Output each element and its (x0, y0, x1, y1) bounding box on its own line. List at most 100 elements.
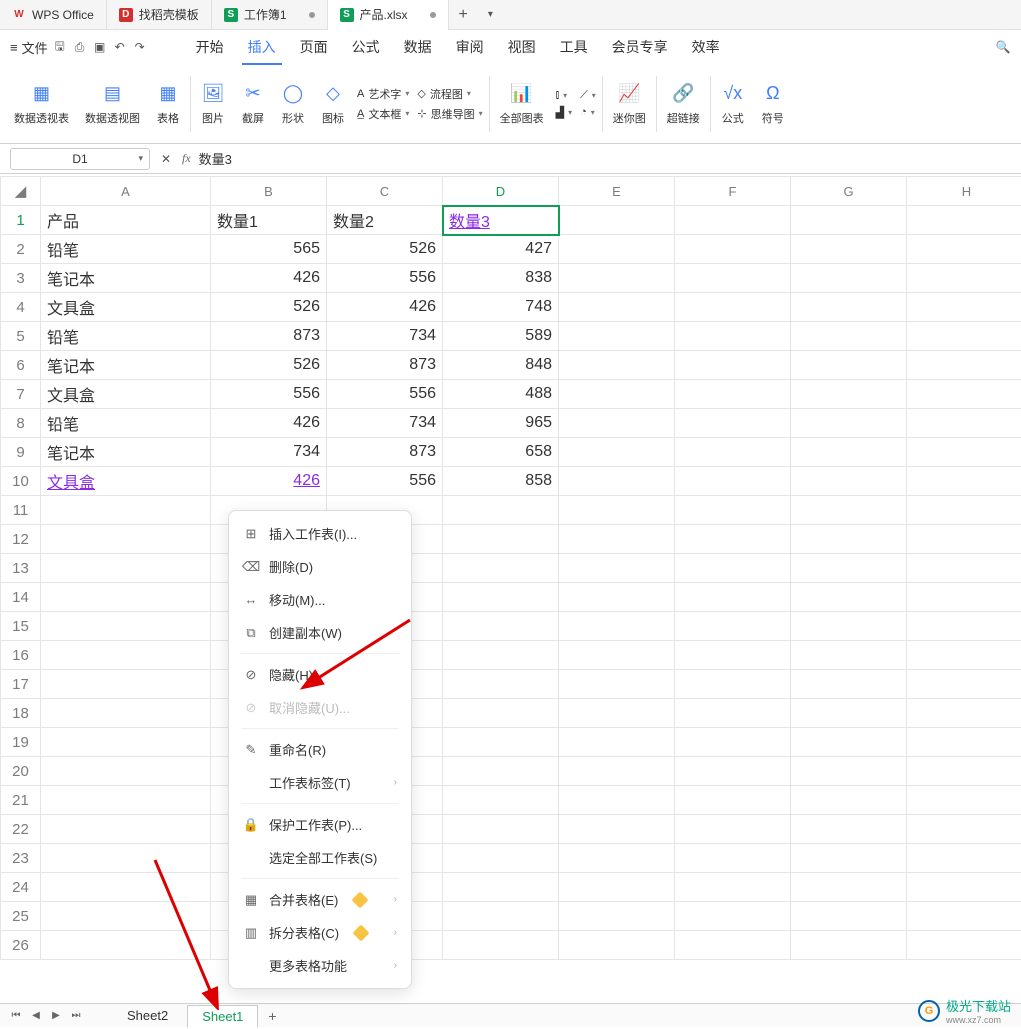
ribbon-wordart[interactable]: A艺术字▾ (353, 85, 413, 103)
sheet-tab-sheet1[interactable]: Sheet1 (187, 1005, 258, 1028)
column-header-F[interactable]: F (675, 177, 791, 206)
app-tab-wps[interactable]: WWPS Office (0, 0, 107, 30)
cell-H24[interactable] (907, 873, 1021, 902)
redo-icon[interactable]: ↷ (132, 39, 148, 55)
cell-H15[interactable] (907, 612, 1021, 641)
cell-A2[interactable]: 铅笔 (41, 235, 211, 264)
column-header-A[interactable]: A (41, 177, 211, 206)
cell-E5[interactable] (559, 322, 675, 351)
spreadsheet-grid[interactable]: ◢ABCDEFGH1产品数量1数量2数量32铅笔5655264273笔记本426… (0, 176, 1021, 1007)
cell-E9[interactable] (559, 438, 675, 467)
cell-H1[interactable] (907, 206, 1021, 235)
cell-H6[interactable] (907, 351, 1021, 380)
cell-E20[interactable] (559, 757, 675, 786)
ctx-item-9[interactable]: 工作表标签(T)› (229, 766, 411, 799)
column-header-B[interactable]: B (211, 177, 327, 206)
cell-H20[interactable] (907, 757, 1021, 786)
cell-F25[interactable] (675, 902, 791, 931)
ctx-item-2[interactable]: ↔移动(M)... (229, 583, 411, 616)
ribbon-charts[interactable]: 📊全部图表 (492, 64, 552, 143)
cell-C9[interactable]: 873 (327, 438, 443, 467)
cell-A8[interactable]: 铅笔 (41, 409, 211, 438)
cell-F9[interactable] (675, 438, 791, 467)
cell-D10[interactable]: 858 (443, 467, 559, 496)
row-header-2[interactable]: 2 (1, 235, 41, 264)
column-header-E[interactable]: E (559, 177, 675, 206)
cell-F5[interactable] (675, 322, 791, 351)
cell-B1[interactable]: 数量1 (211, 206, 327, 235)
cell-F7[interactable] (675, 380, 791, 409)
ribbon-chart-type-4[interactable]: ◔▾ (576, 105, 600, 119)
cell-B2[interactable]: 565 (211, 235, 327, 264)
row-header-23[interactable]: 23 (1, 844, 41, 873)
row-header-25[interactable]: 25 (1, 902, 41, 931)
row-header-21[interactable]: 21 (1, 786, 41, 815)
cell-A13[interactable] (41, 554, 211, 583)
cell-H23[interactable] (907, 844, 1021, 873)
cell-H10[interactable] (907, 467, 1021, 496)
sheet-tab-sheet2[interactable]: Sheet2 (112, 1004, 183, 1027)
cell-A10[interactable]: 文具盒 (41, 467, 211, 496)
app-tab-template[interactable]: D找稻壳模板 (107, 0, 212, 30)
cell-G9[interactable] (791, 438, 907, 467)
cell-E12[interactable] (559, 525, 675, 554)
row-header-22[interactable]: 22 (1, 815, 41, 844)
cell-A26[interactable] (41, 931, 211, 960)
cell-H18[interactable] (907, 699, 1021, 728)
cell-G8[interactable] (791, 409, 907, 438)
add-sheet-button[interactable]: + (262, 1008, 282, 1024)
cell-F14[interactable] (675, 583, 791, 612)
cell-B7[interactable]: 556 (211, 380, 327, 409)
undo-icon[interactable]: ↶ (112, 39, 128, 55)
ribbon-mindmap[interactable]: ⊹思维导图▾ (413, 105, 486, 123)
sheet-nav-first[interactable]: ⏮ (8, 1008, 24, 1024)
cell-A4[interactable]: 文具盒 (41, 293, 211, 322)
row-header-6[interactable]: 6 (1, 351, 41, 380)
cell-H7[interactable] (907, 380, 1021, 409)
row-header-11[interactable]: 11 (1, 496, 41, 525)
column-header-C[interactable]: C (327, 177, 443, 206)
cell-H5[interactable] (907, 322, 1021, 351)
cell-G12[interactable] (791, 525, 907, 554)
cell-G2[interactable] (791, 235, 907, 264)
cell-G15[interactable] (791, 612, 907, 641)
cell-C5[interactable]: 734 (327, 322, 443, 351)
cell-C1[interactable]: 数量2 (327, 206, 443, 235)
cell-D9[interactable]: 658 (443, 438, 559, 467)
cell-D24[interactable] (443, 873, 559, 902)
row-header-7[interactable]: 7 (1, 380, 41, 409)
cell-D6[interactable]: 848 (443, 351, 559, 380)
cell-E8[interactable] (559, 409, 675, 438)
cell-G20[interactable] (791, 757, 907, 786)
cell-G6[interactable] (791, 351, 907, 380)
cell-D21[interactable] (443, 786, 559, 815)
row-header-12[interactable]: 12 (1, 525, 41, 554)
menu-start[interactable]: 开始 (186, 33, 234, 61)
ribbon-hyperlink[interactable]: 🔗超链接 (659, 64, 708, 143)
ribbon-table[interactable]: ▦表格 (148, 64, 188, 143)
cell-F10[interactable] (675, 467, 791, 496)
cell-G5[interactable] (791, 322, 907, 351)
cell-D12[interactable] (443, 525, 559, 554)
cell-D19[interactable] (443, 728, 559, 757)
cell-B3[interactable]: 426 (211, 264, 327, 293)
cell-H22[interactable] (907, 815, 1021, 844)
cell-C4[interactable]: 426 (327, 293, 443, 322)
row-header-17[interactable]: 17 (1, 670, 41, 699)
cell-D7[interactable]: 488 (443, 380, 559, 409)
cell-C3[interactable]: 556 (327, 264, 443, 293)
cell-E1[interactable] (559, 206, 675, 235)
cell-H17[interactable] (907, 670, 1021, 699)
cell-D22[interactable] (443, 815, 559, 844)
cell-C10[interactable]: 556 (327, 467, 443, 496)
row-header-10[interactable]: 10 (1, 467, 41, 496)
cell-H12[interactable] (907, 525, 1021, 554)
cell-E6[interactable] (559, 351, 675, 380)
cell-F1[interactable] (675, 206, 791, 235)
cell-F18[interactable] (675, 699, 791, 728)
cell-A3[interactable]: 笔记本 (41, 264, 211, 293)
cell-A21[interactable] (41, 786, 211, 815)
cell-G13[interactable] (791, 554, 907, 583)
cell-F22[interactable] (675, 815, 791, 844)
cell-H8[interactable] (907, 409, 1021, 438)
